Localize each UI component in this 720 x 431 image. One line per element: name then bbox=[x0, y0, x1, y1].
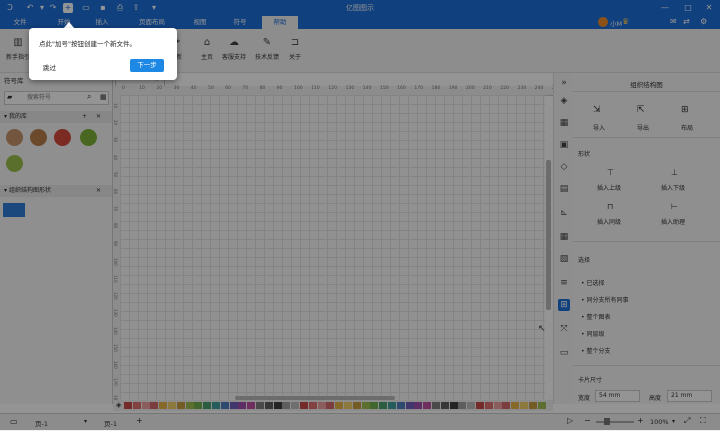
tutorial-message: 点此"加号"按钮创建一个新文件。 bbox=[39, 40, 136, 48]
next-step-button[interactable]: 下一步 bbox=[130, 59, 164, 72]
skip-button[interactable]: 跳过 bbox=[43, 62, 56, 72]
tutorial-popup: 点此"加号"按钮创建一个新文件。 跳过 下一步 bbox=[29, 28, 177, 80]
